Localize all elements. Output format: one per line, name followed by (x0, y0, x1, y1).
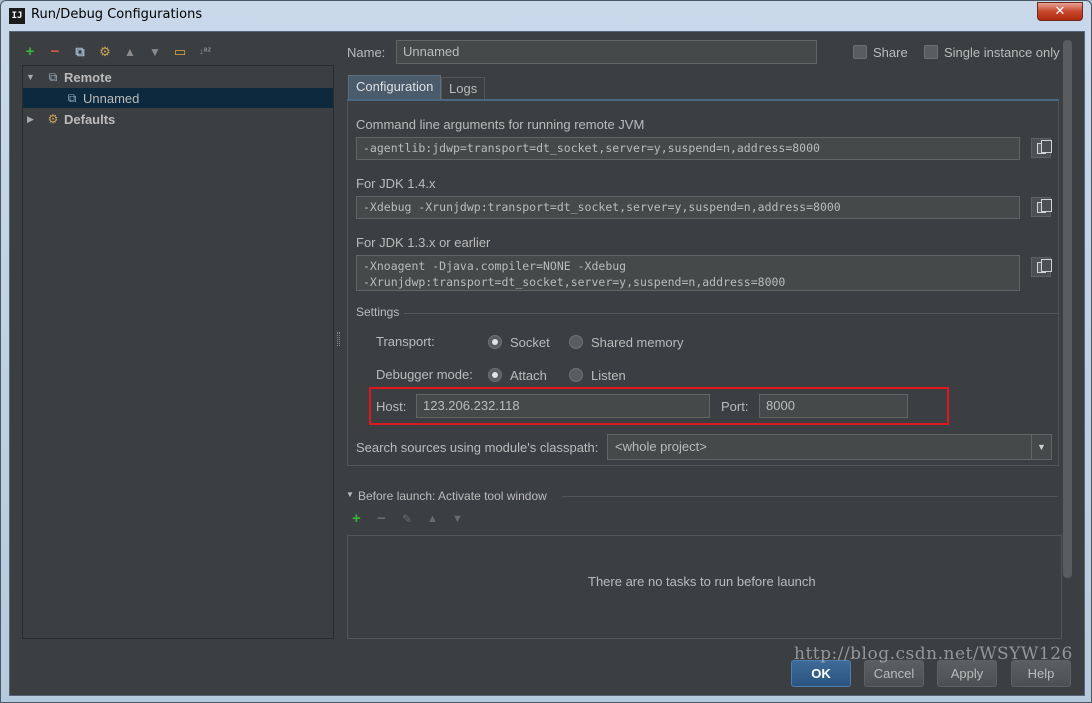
remote-config-icon: ⧉ (67, 90, 77, 105)
window-title: Run/Debug Configurations (31, 7, 203, 22)
jdk13-line-2: -Xrunjdwp:transport=dt_socket,server=y,s… (363, 275, 786, 289)
tree-item-remote[interactable]: ▼ ⧉ Remote (23, 67, 333, 87)
port-label: Port: (721, 399, 749, 414)
close-button[interactable]: ✕ (1037, 2, 1083, 21)
tree-item-label: Remote (64, 69, 112, 85)
sort-alpha-icon[interactable]: ↓ᵃᶻ (197, 44, 213, 60)
share-label[interactable]: Share (873, 45, 908, 60)
apply-button[interactable]: Apply (937, 660, 997, 687)
wrench-icon[interactable]: ⚙ (97, 44, 113, 60)
add-task-icon[interactable]: + (352, 510, 361, 527)
empty-tasks-text: There are no tasks to run before launch (588, 574, 816, 589)
cmd-args-label: Command line arguments for running remot… (356, 117, 645, 132)
classpath-label: Search sources using module's classpath: (356, 440, 599, 455)
cmd-args-field[interactable]: -agentlib:jdwp=transport=dt_socket,serve… (356, 137, 1020, 160)
name-label: Name: (347, 45, 386, 60)
panel-splitter[interactable] (337, 332, 340, 346)
title-bar[interactable]: IJ Run/Debug Configurations ✕ (1, 1, 1091, 31)
before-launch-toggle-icon[interactable]: ▼ (346, 490, 354, 499)
jdk13-line-1: -Xnoagent -Djava.compiler=NONE -Xdebug (363, 259, 627, 273)
share-checkbox[interactable] (853, 45, 867, 59)
debugger-attach-label[interactable]: Attach (510, 368, 547, 383)
copy-jdk13-button[interactable] (1031, 257, 1052, 277)
settings-label: Settings (356, 305, 400, 319)
transport-socket-radio[interactable] (488, 335, 502, 349)
chevron-down-icon[interactable]: ▼ (1031, 435, 1051, 459)
remove-icon[interactable]: − (47, 44, 63, 60)
wrench-icon: ⚙ (47, 112, 59, 126)
tree-item-defaults[interactable]: ▶ ⚙ Defaults (23, 109, 333, 129)
vertical-scrollbar[interactable] (1063, 40, 1072, 578)
cancel-button[interactable]: Cancel (864, 660, 924, 687)
jdk14-label: For JDK 1.4.x (356, 176, 436, 191)
transport-label: Transport: (376, 334, 435, 349)
tab-configuration[interactable]: Configuration (348, 75, 442, 100)
transport-socket-label[interactable]: Socket (510, 335, 550, 350)
copy-icon (1036, 198, 1052, 213)
debugger-mode-label: Debugger mode: (376, 367, 473, 382)
transport-shared-radio[interactable] (569, 335, 583, 349)
collapse-arrow-icon[interactable]: ▶ (27, 114, 37, 125)
copy-jdk14-button[interactable] (1031, 197, 1052, 217)
classpath-value: <whole project> (615, 439, 707, 454)
configuration-tree[interactable]: ▼ ⧉ Remote ⧉ Unnamed ▶ ⚙ Defaults (22, 65, 334, 639)
intellij-app-icon: IJ (9, 8, 25, 24)
jdk13-label: For JDK 1.3.x or earlier (356, 235, 491, 250)
tree-toolbar: + − ⧉ ⚙ ▲ ▼ ▭ ↓ᵃᶻ (22, 41, 213, 63)
expand-arrow-icon[interactable]: ▼ (26, 72, 36, 82)
add-icon[interactable]: + (22, 44, 38, 60)
dialog-body: + − ⧉ ⚙ ▲ ▼ ▭ ↓ᵃᶻ ▼ ⧉ Remote ⧉ Unnamed ▶… (9, 31, 1085, 696)
single-instance-checkbox[interactable] (924, 45, 938, 59)
host-label: Host: (376, 399, 407, 414)
debugger-listen-label[interactable]: Listen (591, 368, 626, 383)
debugger-listen-radio[interactable] (569, 368, 583, 382)
before-launch-label[interactable]: Before launch: Activate tool window (358, 489, 547, 503)
host-input[interactable]: 123.206.232.118 (416, 394, 710, 418)
jdk14-field[interactable]: -Xdebug -Xrunjdwp:transport=dt_socket,se… (356, 196, 1020, 219)
move-task-up-icon[interactable]: ▲ (427, 513, 438, 525)
name-input[interactable]: Unnamed (396, 40, 817, 64)
folder-icon[interactable]: ▭ (172, 44, 188, 60)
debugger-attach-radio[interactable] (488, 368, 502, 382)
before-launch-divider (562, 496, 1058, 497)
move-down-icon[interactable]: ▼ (147, 44, 163, 60)
single-instance-label[interactable]: Single instance only (944, 45, 1060, 60)
remove-task-icon[interactable]: − (377, 510, 386, 527)
tree-item-label: Unnamed (83, 90, 140, 106)
classpath-select[interactable]: <whole project> ▼ (607, 434, 1052, 460)
before-launch-task-list[interactable]: There are no tasks to run before launch (347, 535, 1062, 639)
tree-item-unnamed[interactable]: ⧉ Unnamed (23, 88, 333, 108)
watermark-text: http://blog.csdn.net/WSYW126 (794, 644, 1073, 664)
transport-shared-label[interactable]: Shared memory (591, 335, 683, 350)
copy-icon (1036, 258, 1052, 273)
dialog-window: IJ Run/Debug Configurations ✕ + − ⧉ ⚙ ▲ … (0, 0, 1092, 703)
port-input[interactable]: 8000 (759, 394, 908, 418)
ok-button[interactable]: OK (791, 660, 851, 687)
settings-divider (404, 313, 1059, 314)
copy-icon[interactable]: ⧉ (72, 44, 88, 60)
tab-logs[interactable]: Logs (441, 77, 486, 100)
remote-config-icon: ⧉ (48, 69, 58, 84)
help-button[interactable]: Help (1011, 660, 1071, 687)
copy-icon (1036, 139, 1052, 154)
move-up-icon[interactable]: ▲ (122, 44, 138, 60)
tree-item-label: Defaults (64, 111, 116, 127)
move-task-down-icon[interactable]: ▼ (452, 513, 463, 525)
jdk13-field[interactable]: -Xnoagent -Djava.compiler=NONE -Xdebug -… (356, 255, 1020, 291)
copy-cmd-button[interactable] (1031, 138, 1052, 158)
edit-task-icon[interactable]: ✎ (402, 512, 412, 526)
